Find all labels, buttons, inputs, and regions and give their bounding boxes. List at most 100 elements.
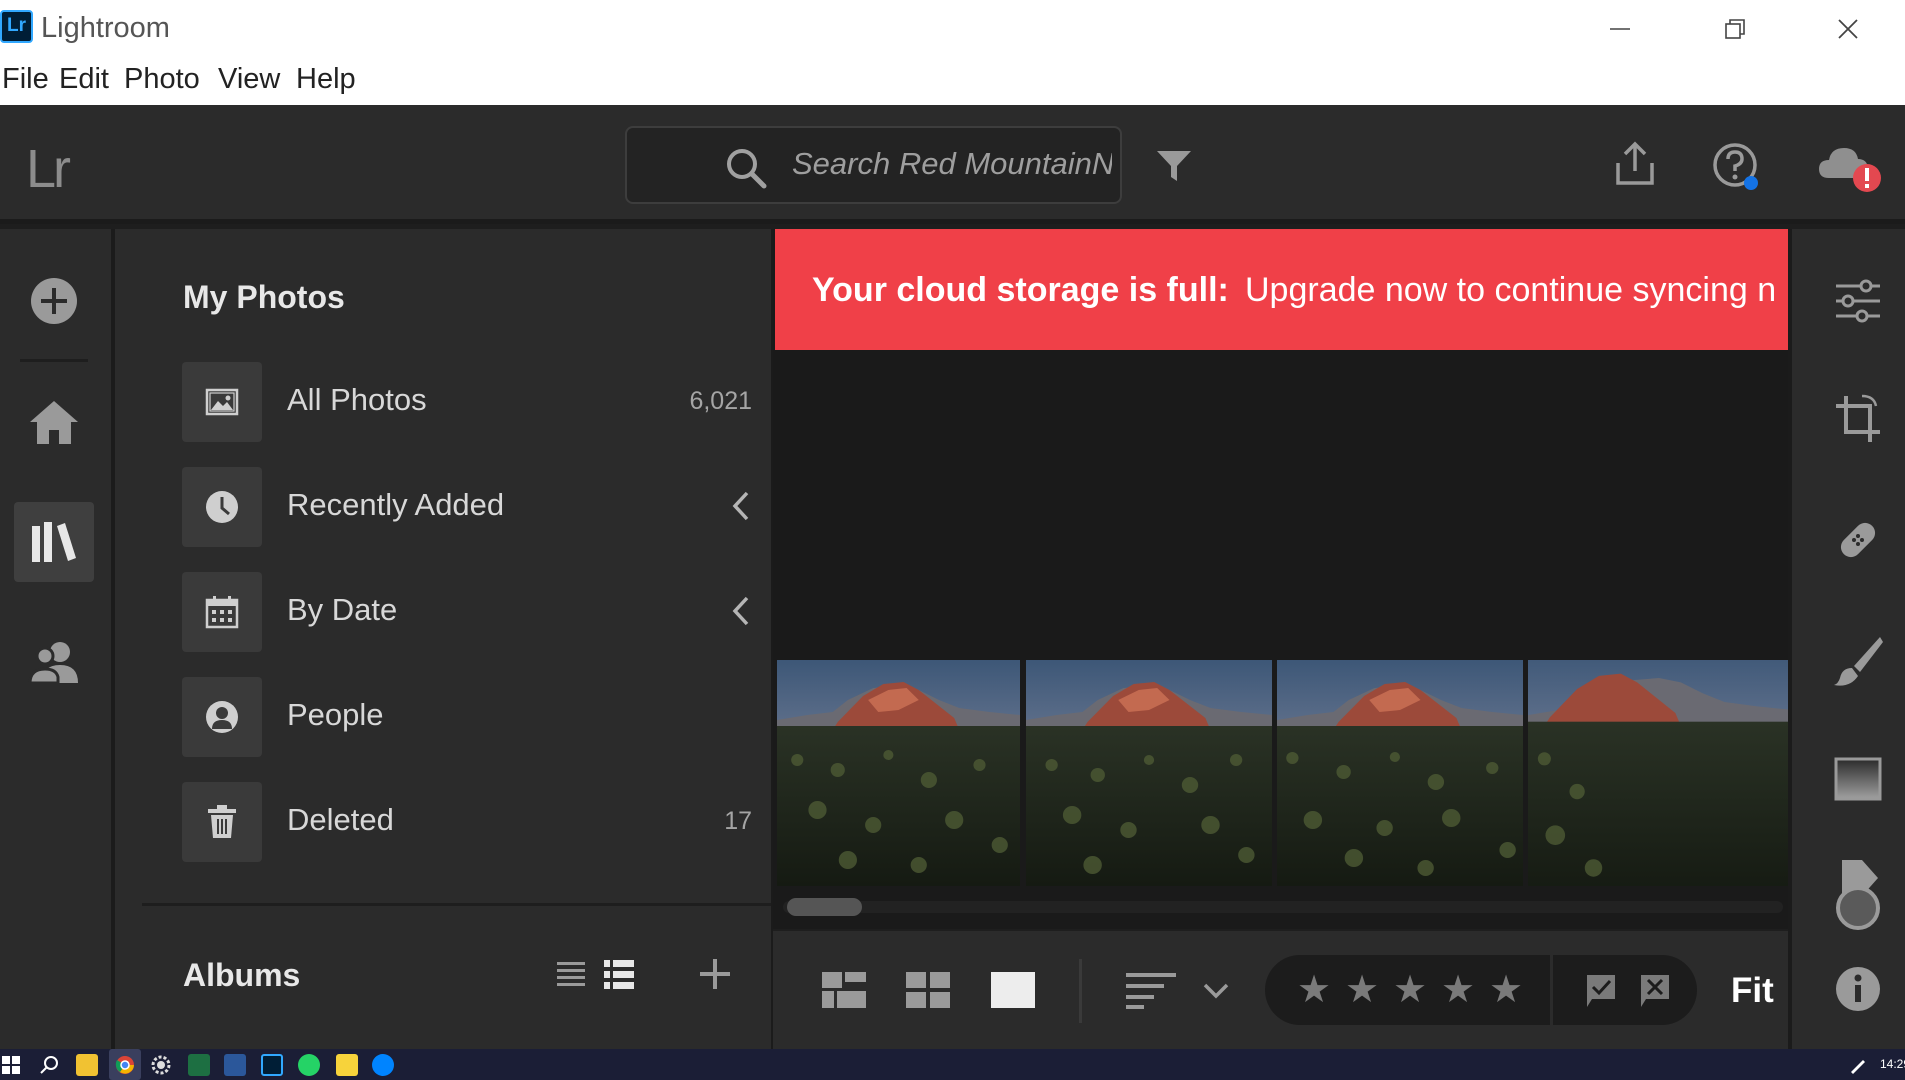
thumbnail-1[interactable] [777,660,1020,886]
people-icon [28,642,78,685]
info-button[interactable] [1830,961,1886,1017]
share-icon[interactable] [1612,141,1658,187]
trash-icon [182,782,262,862]
pick-flag-icon[interactable] [1583,973,1619,1009]
storage-full-banner[interactable]: Your cloud storage is full: Upgrade now … [775,229,1790,350]
chevron-left-icon[interactable] [730,594,752,628]
star-rating-1[interactable]: ★ [1297,967,1331,1011]
square-grid-view-icon[interactable] [905,971,951,1009]
search-box[interactable] [625,126,1122,204]
star-rating-4[interactable]: ★ [1441,967,1475,1011]
menu-help[interactable]: Help [296,63,356,96]
pen-icon[interactable] [1848,1055,1868,1075]
loupe-preview[interactable] [773,350,1790,660]
add-album-icon[interactable] [698,957,732,991]
thumbnail-4[interactable] [1528,660,1790,886]
linear-gradient-button[interactable] [1830,751,1886,807]
settings-gear-icon[interactable] [150,1054,172,1076]
star-rating-2[interactable]: ★ [1345,967,1379,1011]
brush-button[interactable] [1830,632,1886,688]
close-icon [1837,18,1858,39]
edit-button[interactable] [1830,273,1886,329]
list-view-icon[interactable] [556,960,586,990]
library-item-label: Deleted [287,802,394,837]
word-icon[interactable] [224,1054,246,1076]
healing-icon [1840,522,1876,558]
crop-icon [1836,394,1880,442]
menu-bar: File Edit Photo View Help [0,57,1905,105]
library-item-recently-added[interactable]: Recently Added [182,467,752,547]
library-item-label: By Date [287,592,398,627]
library-button[interactable] [14,502,94,582]
sticky-notes-icon[interactable] [336,1054,358,1076]
filmstrip-scrollbar-track[interactable] [783,901,1783,913]
person-icon [182,677,262,757]
help-icon[interactable] [1710,140,1762,192]
detail-view-icon[interactable] [990,971,1036,1009]
app-logo: Lr [0,10,33,43]
lightroom-taskbar-icon[interactable] [261,1054,283,1076]
main-view: Your cloud storage is full: Upgrade now … [771,229,1790,1049]
lightroom-logo: Lr [26,139,71,199]
library-item-all-photos[interactable]: All Photos 6,021 [182,362,752,442]
shared-button[interactable] [14,622,94,702]
cloud-sync-error-icon[interactable] [1817,138,1887,194]
filmstrip-scrollbar-thumb[interactable] [787,898,862,916]
library-item-by-date[interactable]: By Date [182,572,752,652]
windows-start-icon[interactable] [2,1056,20,1074]
library-item-count: 17 [724,807,752,835]
menu-photo[interactable]: Photo [124,63,200,96]
star-rating-5[interactable]: ★ [1489,967,1523,1011]
reject-flag-icon[interactable] [1637,973,1673,1009]
chevron-down-icon[interactable] [1201,981,1231,1001]
crop-button[interactable] [1830,392,1886,448]
messenger-icon[interactable] [372,1054,394,1076]
left-nav-rail [0,229,115,1049]
library-item-label: People [287,697,384,732]
chrome-icon[interactable] [109,1049,141,1080]
my-photos-heading: My Photos [183,279,345,315]
healing-button[interactable] [1830,512,1886,568]
library-item-people[interactable]: People [182,677,752,757]
file-explorer-icon[interactable] [76,1054,98,1076]
windows-taskbar: 14:29 [0,1049,1905,1080]
zoom-fit-button[interactable]: Fit [1731,971,1774,1011]
thumbnail-3[interactable] [1277,660,1523,886]
rating-flag-control: ★ ★ ★ ★ ★ [1265,955,1697,1025]
menu-edit[interactable]: Edit [59,63,109,96]
photo-grid-view-icon[interactable] [821,971,867,1009]
image-icon [182,362,262,442]
thumbnail-2[interactable] [1026,660,1272,886]
library-panel: My Photos All Photos 6,021 Recently Adde… [115,229,771,1049]
clock: 14:29 [1880,1057,1905,1071]
add-photos-button[interactable] [14,261,94,341]
detailed-list-icon[interactable] [603,959,635,991]
restore-button[interactable] [1677,0,1792,57]
minimize-icon [1609,27,1630,30]
banner-heading: Your cloud storage is full: [812,271,1229,309]
search-icon[interactable] [39,1055,59,1075]
radial-gradient-button[interactable] [1830,854,1886,934]
menu-file[interactable]: File [2,63,49,96]
app-header: Lr [0,105,1905,224]
library-icon [32,522,76,562]
sort-icon[interactable] [1125,971,1177,1009]
bottom-toolbar: ★ ★ ★ ★ ★ Fit [773,929,1790,1049]
close-button[interactable] [1790,0,1905,57]
calendar-icon [182,572,262,652]
excel-icon[interactable] [188,1054,210,1076]
library-item-deleted[interactable]: Deleted 17 [182,782,752,862]
search-icon [727,149,767,189]
star-rating-3[interactable]: ★ [1393,967,1427,1011]
whatsapp-icon[interactable] [298,1054,320,1076]
home-button[interactable] [14,382,94,462]
brush-icon [1834,637,1883,686]
search-input[interactable] [792,146,1112,182]
landscape-photo [1528,660,1790,886]
title-bar: Lr Lightroom [0,0,1905,57]
menu-view[interactable]: View [218,63,280,96]
filter-icon[interactable] [1155,148,1193,184]
chevron-left-icon[interactable] [730,489,752,523]
banner-message: Upgrade now to continue syncing n [1245,271,1777,309]
minimize-button[interactable] [1562,0,1677,57]
